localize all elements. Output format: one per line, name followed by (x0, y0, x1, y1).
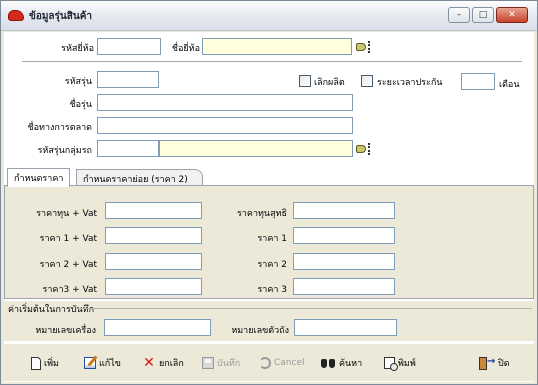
save-label: บันทึก (217, 359, 241, 369)
model-group-code-input[interactable] (97, 140, 159, 157)
price2-input[interactable] (293, 253, 395, 270)
header-divider (22, 61, 522, 63)
price1-label: ราคา 1 (257, 234, 287, 244)
price2-vat-label: ราคา 2 + Vat (39, 260, 97, 270)
model-name-input[interactable] (97, 94, 353, 111)
new-document-icon (31, 356, 41, 370)
brand-name-label: ชื่อยี่ห้อ (171, 44, 200, 54)
edit-button[interactable]: แก้ไข (84, 354, 121, 372)
pricing-panel: ราคาทุน + Vat ราคาทุนสุทธิ ราคา 1 + Vat … (4, 185, 534, 299)
print-button[interactable]: พิมพ์ (384, 354, 416, 372)
cost-vat-label: ราคาทุน + Vat (36, 209, 97, 219)
product-model-window: ข้อมูลรุ่นสินค้า – □ ✕ รหัสยี่ห้อ ชื่อยี… (0, 0, 538, 385)
edit-label: แก้ไข (99, 359, 121, 369)
model-group-name-input[interactable] (159, 140, 353, 157)
tab-sub-pricing[interactable]: กำหนดราคาย่อย (ราคา 2) (76, 169, 203, 186)
machine-no-label: หมายเลขเครื่อง (35, 326, 96, 336)
undo-cancel-button[interactable]: Cancel (259, 354, 305, 372)
price1-vat-label: ราคา 1 + Vat (39, 234, 97, 244)
net-cost-label: ราคาทุนสุทธิ (237, 209, 287, 219)
cost-vat-input[interactable] (105, 202, 202, 219)
brand-code-input[interactable] (97, 38, 161, 55)
print-preview-icon (384, 357, 398, 371)
price3-input[interactable] (293, 278, 395, 295)
price3-vat-label: ราคา3 + Vat (42, 285, 97, 295)
brand-name-input[interactable] (202, 38, 352, 55)
edit-icon (84, 357, 96, 369)
window-title: ข้อมูลรุ่นสินค้า (29, 11, 93, 22)
price2-vat-input[interactable] (105, 253, 202, 270)
price3-label: ราคา 3 (257, 285, 287, 295)
maximize-button[interactable]: □ (472, 7, 494, 23)
price1-input[interactable] (293, 227, 395, 244)
minimize-button[interactable]: – (448, 7, 470, 23)
discontinued-checkbox[interactable] (299, 75, 311, 87)
close-button[interactable]: ปิด (479, 354, 510, 372)
warranty-months-input[interactable] (461, 73, 495, 90)
undo-icon (259, 357, 271, 369)
chassis-no-label: หมายเลขตัวถัง (231, 326, 289, 336)
record-defaults-rule (76, 308, 532, 309)
record-defaults-section: ค่าเริ่มต้นในการบันทึก หมายเลขเครื่อง หม… (4, 301, 534, 341)
warranty-label: ระยะเวลาประกัน (377, 78, 443, 88)
marketing-name-input[interactable] (97, 117, 353, 134)
search-label: ค้นหา (339, 359, 363, 369)
record-defaults-title: ค่าเริ่มต้นในการบันทึก (8, 305, 95, 315)
pricing-tabs: กำหนดราคา กำหนดราคาย่อย (ราคา 2) (4, 168, 534, 187)
save-disk-icon (202, 357, 214, 369)
model-code-input[interactable] (97, 71, 159, 88)
warranty-checkbox[interactable] (361, 75, 373, 87)
action-toolbar: เพิ่ม แก้ไข ✕ ยกเลิก บันทึก Cancel ค้นหา… (4, 343, 534, 381)
price1-vat-input[interactable] (105, 227, 202, 244)
net-cost-input[interactable] (293, 202, 395, 219)
model-group-lookup-icon[interactable] (356, 142, 374, 156)
price3-vat-input[interactable] (105, 278, 202, 295)
marketing-name-label: ชื่อทางการตลาด (27, 123, 93, 133)
red-x-icon: ✕ (143, 355, 155, 371)
close-label: ปิด (498, 359, 510, 369)
cancel-label: Cancel (274, 358, 305, 368)
brand-code-label: รหัสยี่ห้อ (61, 44, 94, 54)
warranty-unit-label: เดือน (499, 80, 520, 90)
binoculars-icon (320, 356, 336, 370)
brand-lookup-icon[interactable] (356, 40, 374, 54)
model-code-label: รหัสรุ่น (64, 77, 92, 87)
add-label: เพิ่ม (44, 359, 59, 369)
machine-no-input[interactable] (104, 319, 211, 336)
model-name-label: ชื่อรุ่น (69, 100, 93, 110)
exit-door-icon (479, 356, 495, 370)
tab-pricing[interactable]: กำหนดราคา (7, 168, 71, 187)
model-group-label: รหัสรุ่นกลุ่มรถ (37, 146, 92, 156)
save-button[interactable]: บันทึก (202, 354, 240, 372)
app-icon (8, 10, 24, 21)
chassis-no-input[interactable] (294, 319, 397, 336)
title-bar: ข้อมูลรุ่นสินค้า – □ ✕ (1, 1, 537, 31)
add-button[interactable]: เพิ่ม (31, 354, 59, 372)
cancel-item-label: ยกเลิก (159, 359, 184, 369)
cancel-item-button[interactable]: ✕ ยกเลิก (142, 354, 184, 372)
search-button[interactable]: ค้นหา (320, 354, 362, 372)
price2-label: ราคา 2 (257, 260, 287, 270)
close-window-button[interactable]: ✕ (496, 7, 528, 23)
print-label: พิมพ์ (398, 359, 416, 369)
discontinued-label: เลิกผลิต (314, 78, 345, 88)
